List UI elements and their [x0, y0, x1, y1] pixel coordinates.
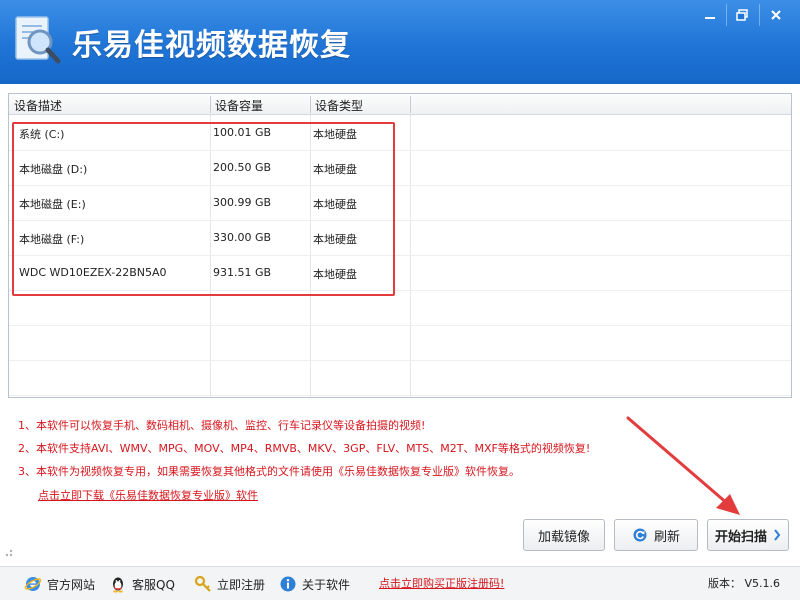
start-scan-button[interactable]: 开始扫描: [707, 519, 789, 551]
minimize-icon: [705, 17, 715, 19]
close-button[interactable]: [760, 0, 792, 30]
register-label: 立即注册: [217, 577, 266, 592]
bottom-bar: 官方网站 客服QQ 立即注册 关于软件 点击立即购买正版注册码! 版本： V5.…: [0, 566, 800, 600]
empty-row: [9, 326, 791, 361]
title-bar: 乐易佳视频数据恢复: [0, 0, 800, 84]
resize-grip-icon[interactable]: [4, 548, 14, 558]
header-divider: [310, 96, 311, 113]
start-scan-label: 开始扫描: [714, 529, 767, 545]
version-label: 版本： V5.1.6: [708, 577, 781, 590]
support-qq-link[interactable]: 客服QQ: [109, 575, 175, 593]
maximize-button[interactable]: [726, 0, 758, 30]
empty-row: [9, 361, 791, 396]
ie-browser-icon: [24, 577, 42, 591]
note-line: 3、本软件为视频恢复专用，如果需要恢复其他格式的文件请使用《乐易佳数据恢复专业版…: [18, 465, 520, 478]
qq-penguin-icon: [113, 577, 123, 593]
app-logo-icon: [15, 16, 61, 64]
annotation-arrow-icon: [626, 416, 740, 515]
header-divider: [210, 96, 211, 113]
about-label: 关于软件: [302, 577, 351, 592]
empty-row: [9, 291, 791, 326]
maximize-icon: [736, 9, 748, 21]
website-link[interactable]: 官方网站: [24, 575, 95, 593]
column-header-description[interactable]: 设备描述: [14, 97, 62, 114]
refresh-icon: [633, 528, 647, 542]
about-link[interactable]: 关于软件: [279, 575, 350, 593]
chevron-right-icon: [774, 529, 781, 541]
register-link[interactable]: 立即注册: [194, 575, 265, 593]
column-header-type[interactable]: 设备类型: [315, 97, 363, 114]
close-icon: [771, 10, 781, 20]
buy-registration-link[interactable]: 点击立即购买正版注册码!: [379, 575, 504, 591]
column-header: 设备描述 设备容量 设备类型: [9, 94, 791, 115]
key-icon: [194, 575, 211, 592]
website-label: 官方网站: [47, 577, 96, 592]
support-qq-label: 客服QQ: [132, 577, 175, 592]
note-line: 2、本软件支持AVI、WMV、MPG、MOV、MP4、RMVB、MKV、3GP、…: [18, 442, 591, 455]
info-icon: [280, 576, 296, 592]
notes-section: 1、本软件可以恢复手机、数码相机、摄像机、监控、行车记录仪等设备拍摄的视频! 2…: [18, 418, 590, 503]
note-line: 1、本软件可以恢复手机、数码相机、摄像机、监控、行车记录仪等设备拍摄的视频!: [18, 419, 426, 432]
column-header-capacity[interactable]: 设备容量: [215, 97, 263, 114]
mount-image-label: 加载镜像: [537, 529, 590, 545]
app-title: 乐易佳视频数据恢复: [72, 28, 351, 63]
header-divider: [410, 96, 411, 113]
refresh-button[interactable]: 刷新: [614, 519, 698, 551]
download-pro-link[interactable]: 点击立即下载《乐易佳数据恢复专业版》软件: [38, 487, 590, 503]
device-list[interactable]: 设备描述 设备容量 设备类型 系统 (C:) 100.01 GB 本地硬盘 本地…: [8, 93, 792, 398]
minimize-button[interactable]: [694, 0, 726, 30]
mount-image-button[interactable]: 加载镜像: [523, 519, 605, 551]
highlight-box: [12, 122, 395, 296]
refresh-label: 刷新: [653, 529, 680, 545]
